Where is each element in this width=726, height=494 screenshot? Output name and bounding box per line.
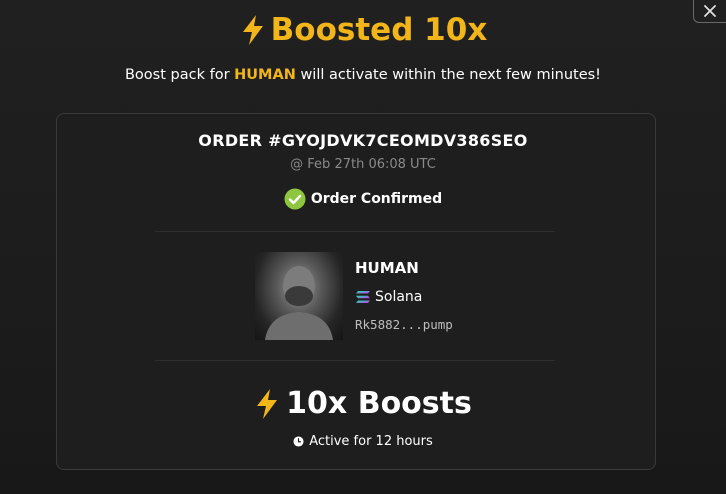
- order-status: Order Confirmed: [0, 188, 726, 210]
- token-name: HUMAN: [355, 259, 419, 277]
- subtitle-prefix: Boost pack for: [124, 67, 230, 83]
- order-status-label: Order Confirmed: [310, 191, 443, 207]
- subtitle-token: HUMAN: [234, 67, 296, 83]
- lightning-icon: [257, 388, 278, 419]
- boost-duration-label: Active for 12 hours: [309, 434, 433, 449]
- token-chain: Solana: [355, 289, 422, 305]
- divider: [155, 231, 555, 232]
- divider: [155, 360, 555, 361]
- clock-icon: [293, 436, 304, 447]
- check-circle-icon: [284, 188, 306, 210]
- subtitle: Boost pack for HUMAN will activate withi…: [0, 67, 726, 83]
- order-id: ORDER #GYOJDVK7CEOMDV386SEO: [198, 131, 528, 150]
- solana-icon: [356, 291, 370, 303]
- avatar-image: [265, 266, 333, 340]
- token-address: Rk5882...pump: [355, 317, 453, 332]
- boost-amount-label: 10x Boosts: [286, 386, 472, 421]
- order-timestamp: @ Feb 27th 06:08 UTC: [290, 157, 436, 172]
- lightning-icon: [242, 15, 263, 45]
- boost-duration: Active for 12 hours: [0, 434, 726, 449]
- subtitle-suffix: will activate within the next few minute…: [300, 67, 601, 83]
- dialog-title: Boosted 10x: [0, 12, 726, 48]
- chain-name: Solana: [375, 289, 423, 305]
- token-avatar: [255, 252, 343, 340]
- boost-amount: 10x Boosts: [0, 386, 726, 421]
- title-text: Boosted 10x: [270, 12, 488, 48]
